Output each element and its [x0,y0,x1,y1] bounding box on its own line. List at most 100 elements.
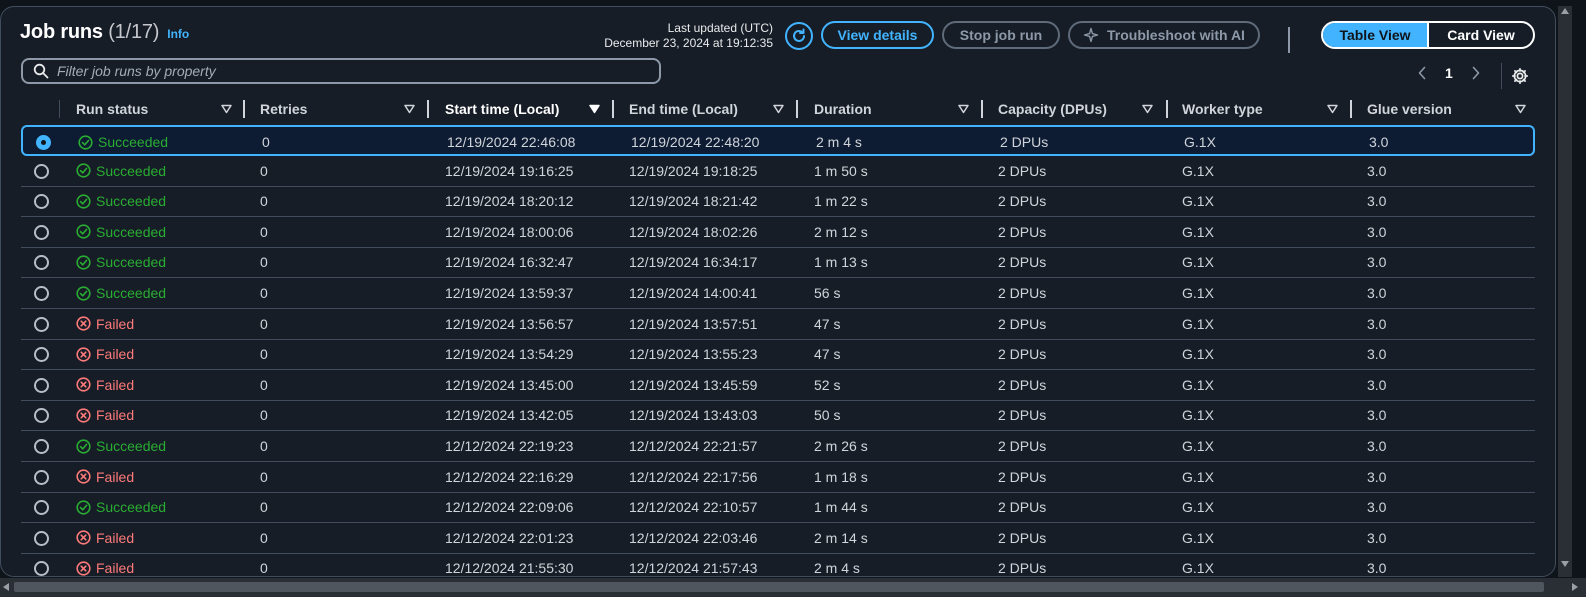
toolbar-divider [1288,27,1290,53]
row-select-radio[interactable] [34,255,49,271]
column-header-glue-version[interactable]: Glue version [1367,95,1537,123]
card-view-button[interactable]: Card View [1427,23,1533,47]
cell-worker-type: G.1X [1182,529,1214,546]
cell-duration: 50 s [814,407,841,424]
cell-start-time: 12/19/2024 16:32:47 [445,254,574,271]
table-row[interactable]: Failed 0 12/12/2024 22:01:23 12/12/2024 22:… [21,523,1535,554]
column-header-run-status[interactable]: Run status [76,95,246,123]
table-settings-button[interactable] [1511,67,1529,85]
cell-glue-version: 3.0 [1367,560,1387,577]
table-row[interactable]: Failed 0 12/19/2024 13:42:05 12/19/2024 13:… [21,400,1535,432]
row-select-radio[interactable] [34,377,49,393]
scroll-down-icon[interactable] [1561,561,1569,567]
table-row[interactable]: Failed 0 12/12/2024 21:55:30 12/12/2024 21:… [21,553,1535,577]
scroll-up-icon[interactable] [1561,8,1569,14]
cell-duration: 2 m 14 s [814,529,868,546]
refresh-icon [793,28,805,42]
cell-retries: 0 [260,315,268,332]
column-resizer[interactable] [243,100,245,118]
column-header-end-time[interactable]: End time (Local) [629,95,799,123]
cell-duration: 2 m 4 s [814,560,860,577]
cell-end-time: 12/19/2024 18:02:26 [629,223,758,240]
column-resizer[interactable] [427,100,429,118]
column-header-capacity[interactable]: Capacity (DPUs) [998,95,1168,123]
table-row[interactable]: Succeeded 0 12/12/2024 22:19:23 12/12/2024 … [21,431,1535,462]
column-header-start-time[interactable]: Start time (Local) [445,95,615,123]
status-text: Failed [96,376,135,393]
page-number-1[interactable]: 1 [1445,65,1453,81]
row-select-radio[interactable] [34,439,49,454]
cell-glue-version: 3.0 [1367,223,1387,240]
refresh-button[interactable] [785,22,813,50]
row-select-radio[interactable] [34,286,49,301]
cell-end-time: 12/19/2024 13:55:23 [629,346,758,363]
table-row[interactable]: Failed 0 12/19/2024 13:54:29 12/19/2024 13:… [21,339,1535,371]
row-select-radio[interactable] [34,316,49,332]
row-select-radio[interactable] [34,163,49,179]
info-link[interactable]: Info [167,27,189,41]
cell-worker-type: G.1X [1182,162,1214,179]
cell-glue-version: 3.0 [1367,529,1387,546]
cell-retries: 0 [260,285,268,301]
column-resizer[interactable] [981,100,983,118]
cell-capacity: 2 DPUs [998,285,1047,301]
row-select-radio[interactable] [34,347,49,363]
row-select-radio[interactable] [34,500,49,516]
column-header-worker-type[interactable]: Worker type [1182,95,1352,123]
cell-glue-version: 3.0 [1367,285,1387,301]
status-text: Succeeded [96,499,167,516]
column-label: Run status [76,101,149,117]
scroll-left-icon[interactable] [3,583,9,591]
row-select-radio[interactable] [34,408,49,424]
horizontal-scrollbar[interactable] [0,578,1586,597]
stop-job-run-button[interactable]: Stop job run [942,21,1060,49]
column-resizer[interactable] [1350,100,1352,118]
table-row[interactable]: Succeeded 0 12/19/2024 18:20:12 12/19/2024 … [21,186,1535,218]
row-select-radio[interactable] [34,469,49,485]
row-select-radio[interactable] [34,224,49,240]
scroll-right-icon[interactable] [1572,583,1578,591]
cell-capacity: 2 DPUs [998,162,1047,179]
table-row[interactable]: Failed 0 12/12/2024 22:16:29 12/12/2024 22:… [21,462,1535,493]
table-row[interactable]: Succeeded 0 12/19/2024 18:00:06 12/19/2024 … [21,217,1535,248]
row-select-radio[interactable] [34,561,49,576]
cell-retries: 0 [260,346,268,363]
row-select-radio[interactable] [36,135,51,150]
table-row[interactable]: Failed 0 12/19/2024 13:45:00 12/19/2024 13:… [21,370,1535,401]
column-resizer[interactable] [612,100,614,118]
vertical-scrollbar[interactable] [1558,6,1572,577]
next-page-button[interactable] [1471,66,1481,80]
cell-run-status: Failed [76,400,134,430]
cell-worker-type: G.1X [1182,560,1214,577]
horizontal-scroll-thumb[interactable] [14,582,1544,592]
cell-duration: 1 m 50 s [814,162,868,179]
row-select-radio[interactable] [34,530,49,546]
table-row[interactable]: Succeeded 0 12/12/2024 22:09:06 12/12/2024 … [21,492,1535,524]
column-resizer[interactable] [1166,100,1168,118]
troubleshoot-with-ai-button[interactable]: Troubleshoot with AI [1068,21,1260,49]
cell-worker-type: G.1X [1184,134,1216,150]
table-row[interactable]: Succeeded 0 12/19/2024 22:46:08 12/19/2024 … [21,125,1535,156]
column-header-duration[interactable]: Duration [814,95,984,123]
pagination: 1 [1417,65,1481,81]
column-resizer[interactable] [796,100,798,118]
table-view-button[interactable]: Table View [1323,23,1427,47]
table-row[interactable]: Succeeded 0 12/19/2024 16:32:47 12/19/2024 … [21,247,1535,279]
table-row[interactable]: Succeeded 0 12/19/2024 19:16:25 12/19/2024 … [21,156,1535,187]
cell-start-time: 12/12/2024 22:09:06 [445,499,574,516]
cell-glue-version: 3.0 [1367,499,1387,516]
cell-worker-type: G.1X [1182,254,1214,271]
view-details-button[interactable]: View details [821,21,934,49]
search-input[interactable] [57,63,637,79]
column-header-retries[interactable]: Retries [260,95,430,123]
row-select-radio[interactable] [34,194,49,210]
cell-run-status: Succeeded [76,156,166,186]
cell-end-time: 12/12/2024 22:21:57 [629,438,758,454]
previous-page-button[interactable] [1417,66,1427,80]
status-text: Succeeded [96,285,167,301]
column-label: Retries [260,101,308,117]
table-row[interactable]: Failed 0 12/19/2024 13:56:57 12/19/2024 13:… [21,309,1535,340]
table-row[interactable]: Succeeded 0 12/19/2024 13:59:37 12/19/2024 … [21,278,1535,309]
sort-icon [958,104,969,114]
cell-end-time: 12/12/2024 22:10:57 [629,499,758,516]
